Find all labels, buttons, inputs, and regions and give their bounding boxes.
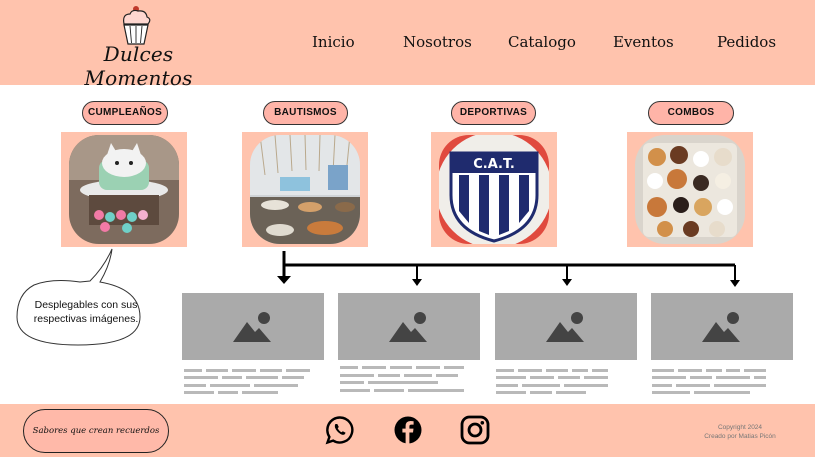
image-placeholder-icon xyxy=(702,312,740,342)
image-placeholder-icon xyxy=(389,312,427,342)
copyright-line-2: Creado por Matias Picón xyxy=(704,433,776,440)
card-image-4[interactable] xyxy=(651,293,793,360)
sports-team-cake-photo[interactable]: C.A.T. xyxy=(431,132,557,247)
instagram-icon[interactable] xyxy=(460,415,490,445)
nav-catalogo[interactable]: Catalogo xyxy=(508,33,576,51)
category-combos-button[interactable]: COMBOS xyxy=(648,101,734,125)
category-bautismos-button[interactable]: BAUTISMOS xyxy=(263,101,348,125)
nav-eventos[interactable]: Eventos xyxy=(613,33,674,51)
image-placeholder-icon xyxy=(546,312,584,342)
category-deportivas-button[interactable]: DEPORTIVAS xyxy=(451,101,536,125)
copyright-line-1: Copyright 2024 xyxy=(717,424,763,431)
copyright-text: Copyright 2024 Creado por Matias Picón xyxy=(690,423,790,441)
birthday-cake-photo[interactable] xyxy=(61,132,187,247)
facebook-icon[interactable] xyxy=(393,415,423,445)
card-image-1[interactable] xyxy=(182,293,324,360)
card-image-2[interactable] xyxy=(338,293,480,360)
pastries-combo-photo[interactable] xyxy=(627,132,753,247)
callout-text: Desplegables con sus respectivas imágene… xyxy=(33,299,139,325)
brand-name: Dulces Momentos xyxy=(84,42,193,90)
image-placeholder-icon xyxy=(233,312,271,342)
baptism-table-photo[interactable] xyxy=(242,132,368,247)
brand-logo[interactable]: Dulces Momentos xyxy=(56,2,221,90)
crest-text: C.A.T. xyxy=(473,157,515,172)
category-cumpleanos-button[interactable]: CUMPLEAÑOS xyxy=(82,101,168,125)
dropdown-arrows xyxy=(277,251,740,287)
nav-inicio[interactable]: Inicio xyxy=(312,33,355,51)
nav-nosotros[interactable]: Nosotros xyxy=(403,33,472,51)
card-image-3[interactable] xyxy=(495,293,637,360)
slogan-badge: Sabores que crean recuerdos xyxy=(23,409,169,453)
nav-pedidos[interactable]: Pedidos xyxy=(717,33,776,51)
whatsapp-icon[interactable] xyxy=(325,415,355,445)
cupcake-icon xyxy=(123,6,151,45)
